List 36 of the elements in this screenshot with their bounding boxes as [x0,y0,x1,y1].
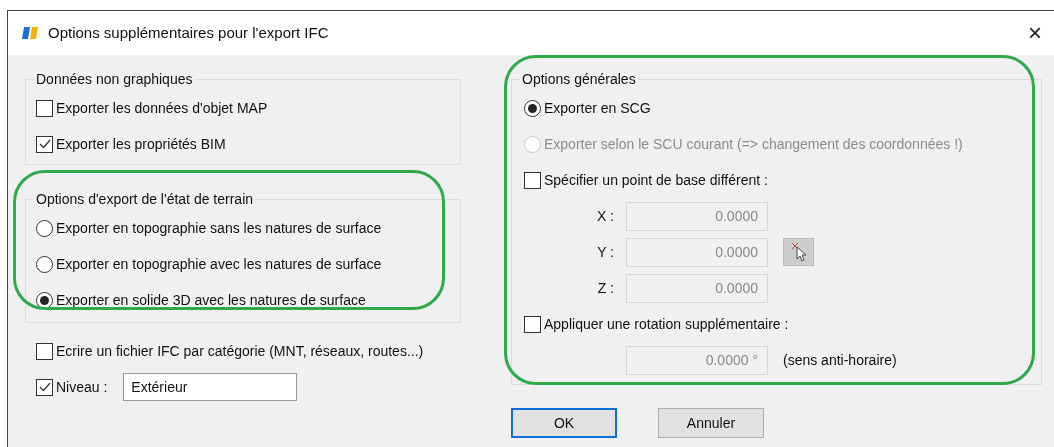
radio-button[interactable] [524,99,541,117]
option-label: Exporter en topographie sans les natures de surface [56,218,382,238]
checkbox-label: Appliquer une rotation supplémentaire : [544,314,789,334]
checkbox[interactable] [36,342,53,360]
option-label: Exporter en solide 3D avec les natures de surface [56,290,366,310]
dialog-button[interactable]: OK [511,408,617,438]
option-label: Exporter selon le SCU courant (=> changement des coordonnées !) [544,134,963,154]
radio-button[interactable] [36,219,53,237]
checkmark-icon [38,382,51,392]
checkbox-label: Niveau : [56,377,108,397]
cursor-pick-icon [789,242,808,262]
dialog-button[interactable]: Annuler [658,408,764,438]
coordinate-label: X : [595,206,615,226]
level-field[interactable]: Extérieur [123,373,298,401]
coordinate-label: Z : [596,278,615,298]
option-label: Exporter en topographie avec les natures de surface [56,254,382,274]
checkbox[interactable] [36,99,53,117]
checkbox[interactable] [524,171,541,189]
checkbox[interactable] [36,135,53,153]
close-button[interactable]: × [1024,21,1046,45]
checkbox-label: Spécifier un point de base différent : [544,170,768,190]
group-title: Options d'export de l'état de terrain [35,190,255,209]
checkmark-icon [38,139,51,149]
checkbox-label: Exporter les propriétés BIM [56,134,226,154]
rotation-note: (sens anti-horaire) [783,350,897,370]
radio-button[interactable] [36,255,53,273]
checkbox-label: Ecrire un fichier IFC par catégorie (MNT, réseaux, routes...) [56,341,424,361]
group-title: Options générales [521,70,637,89]
option-label: Exporter en SCG [544,98,651,118]
checkbox[interactable] [36,378,53,396]
pick-point-button[interactable] [783,238,814,266]
checkbox-label: Exporter les données d'objet MAP [56,98,268,118]
app-logo-icon [22,27,38,39]
window-title: Options supplémentaires pour l'export IFC [48,22,329,43]
coordinate-label: Y : [596,242,615,262]
group-title: Données non graphiques [35,70,194,89]
